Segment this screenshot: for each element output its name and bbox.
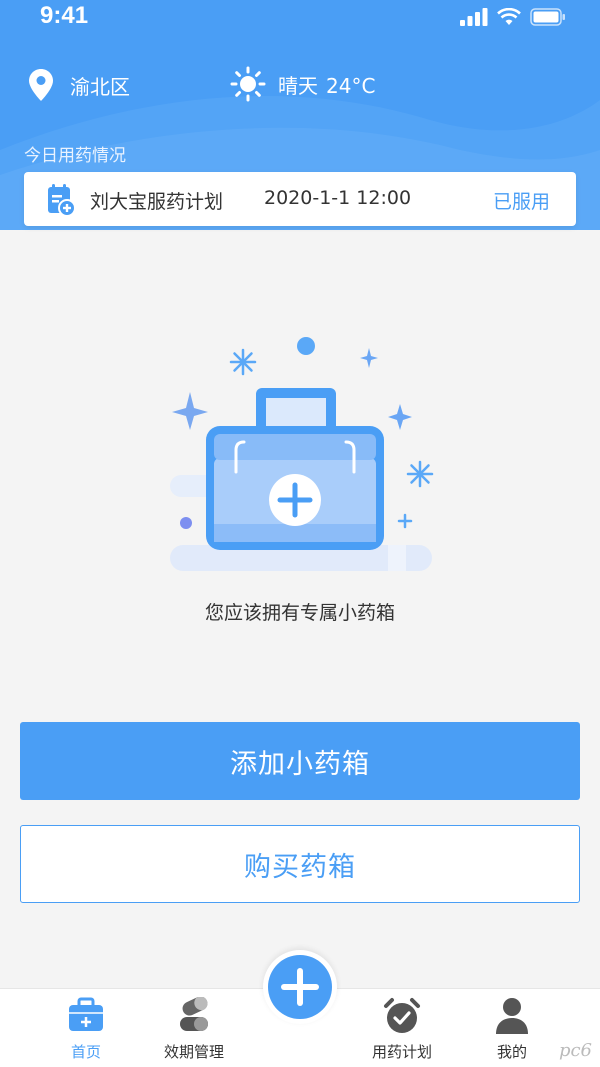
- pills-icon: [180, 997, 208, 1031]
- tab-home[interactable]: 首页: [36, 989, 136, 1067]
- weather-condition: 晴天: [278, 73, 318, 98]
- tab-mine-label: 我的: [496, 1043, 527, 1061]
- plus-icon: [281, 968, 319, 1006]
- location-pin-icon: [29, 69, 53, 101]
- tab-medication-plan[interactable]: 用药计划: [352, 989, 452, 1067]
- status-time: 9:41: [40, 2, 89, 29]
- tab-mine[interactable]: 我的: [462, 989, 562, 1067]
- location-label: 渝北区: [70, 74, 130, 99]
- add-center-button-fill: [268, 955, 332, 1019]
- alarm-clock-icon: [384, 998, 420, 1033]
- tab-expiry-management-label: 效期管理: [163, 1043, 224, 1061]
- battery-icon: [530, 8, 565, 26]
- wifi-icon: [497, 8, 521, 25]
- medicine-box-illustration: [170, 337, 434, 571]
- plan-name: 刘大宝服药计划: [90, 191, 224, 213]
- medicine-box-icon: [69, 997, 103, 1031]
- medication-plan-card[interactable]: 刘大宝服药计划 2020-1-1 12:00 已服用: [24, 172, 576, 226]
- today-medication-label: 今日用药情况: [24, 146, 126, 166]
- buy-medicine-box-button[interactable]: 购买药箱: [20, 825, 580, 903]
- cellular-signal-icon: [460, 8, 488, 26]
- empty-state-message: 您应该拥有专属小药箱: [204, 602, 395, 624]
- status-bar: 9:41: [0, 0, 600, 36]
- location-selector[interactable]: 渝北区: [28, 68, 130, 102]
- add-medicine-box-button[interactable]: 添加小药箱: [20, 722, 580, 800]
- plan-status: 已服用: [492, 191, 550, 213]
- tab-medication-plan-label: 用药计划: [371, 1043, 432, 1061]
- user-icon: [496, 998, 528, 1034]
- plan-time: 2020-1-1 12:00: [264, 187, 412, 209]
- tab-home-label: 首页: [70, 1043, 101, 1061]
- weather-info: 晴天 24°C: [230, 66, 375, 102]
- sun-icon: [230, 66, 266, 102]
- add-center-button[interactable]: [263, 950, 337, 1024]
- weather-temperature: 24°C: [326, 73, 376, 98]
- calendar-add-icon: [48, 184, 76, 217]
- watermark: pc6: [558, 1040, 592, 1061]
- tab-expiry-management[interactable]: 效期管理: [144, 989, 244, 1067]
- status-icons: [460, 8, 566, 26]
